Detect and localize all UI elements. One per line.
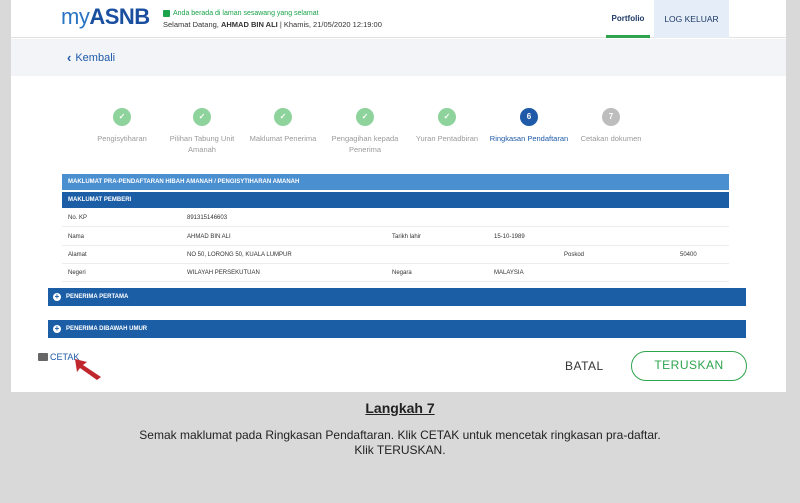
check-icon: ✓ — [193, 108, 211, 126]
step-5: ✓ Yuran Pentadbiran — [402, 108, 492, 144]
step-3: ✓ Maklumat Penerima — [238, 108, 328, 144]
accordion-penerima-dibawah-umur[interactable]: + PENERIMA DIBAWAH UMUR — [48, 320, 746, 338]
plus-icon: + — [53, 292, 61, 301]
check-icon: ✓ — [113, 108, 131, 126]
step-number: 6 — [520, 108, 538, 126]
logout-button[interactable]: LOG KELUAR — [654, 0, 729, 38]
table-row: No. KP 891315146603 — [62, 209, 729, 227]
app-window: myASNB Anda berada di laman sesawang yan… — [11, 0, 786, 392]
step-number: 7 — [602, 108, 620, 126]
nav-portfolio[interactable]: Portfolio — [606, 0, 650, 38]
summary-header: MAKLUMAT PRA-PENDAFTARAN HIBAH AMANAH / … — [62, 174, 729, 190]
section-header: MAKLUMAT PEMBERI — [62, 192, 729, 208]
accordion-penerima-pertama[interactable]: + PENERIMA PERTAMA — [48, 288, 746, 306]
cancel-button[interactable]: BATAL — [565, 359, 604, 373]
check-icon: ✓ — [438, 108, 456, 126]
check-icon: ✓ — [274, 108, 292, 126]
pointer-arrow-icon — [75, 359, 101, 380]
step-6: 6 Ringkasan Pendaftaran — [484, 108, 574, 144]
continue-button[interactable]: TERUSKAN — [631, 351, 747, 381]
welcome-text: Selamat Datang, AHMAD BIN ALI | Khamis, … — [163, 20, 382, 29]
step-4: ✓ Pengagihan kepada Penerima — [320, 108, 410, 155]
lock-icon — [163, 10, 170, 17]
progress-stepper: ✓ Pengisytiharan ✓ Pilihan Tabung Unit A… — [81, 108, 641, 158]
table-row: Nama AHMAD BIN ALI Tarikh lahir 15-10-19… — [62, 228, 729, 246]
step-1: ✓ Pengisytiharan — [77, 108, 167, 144]
chevron-left-icon: ‹ — [67, 50, 72, 65]
table-row: Negeri WILAYAH PERSEKUTUAN Negara MALAYS… — [62, 264, 729, 282]
printer-icon — [38, 353, 48, 361]
step-7: 7 Cetakan dokumen — [566, 108, 656, 144]
table-row: Alamat NO 50, LORONG 50, KUALA LUMPUR Po… — [62, 246, 729, 264]
myasnb-logo[interactable]: myASNB — [61, 4, 150, 30]
plus-icon: + — [53, 324, 61, 333]
secure-notice: Anda berada di laman sesawang yang selam… — [163, 10, 319, 17]
check-icon: ✓ — [356, 108, 374, 126]
step-2: ✓ Pilihan Tabung Unit Amanah — [157, 108, 247, 155]
instruction-text: Semak maklumat pada Ringkasan Pendaftara… — [139, 428, 661, 457]
user-name: AHMAD BIN ALI — [220, 20, 278, 29]
top-bar: myASNB Anda berada di laman sesawang yan… — [11, 0, 786, 38]
back-bar: ‹ Kembali — [11, 39, 786, 76]
back-link[interactable]: ‹ Kembali — [67, 50, 115, 65]
instruction-title: Langkah 7 — [365, 400, 435, 416]
